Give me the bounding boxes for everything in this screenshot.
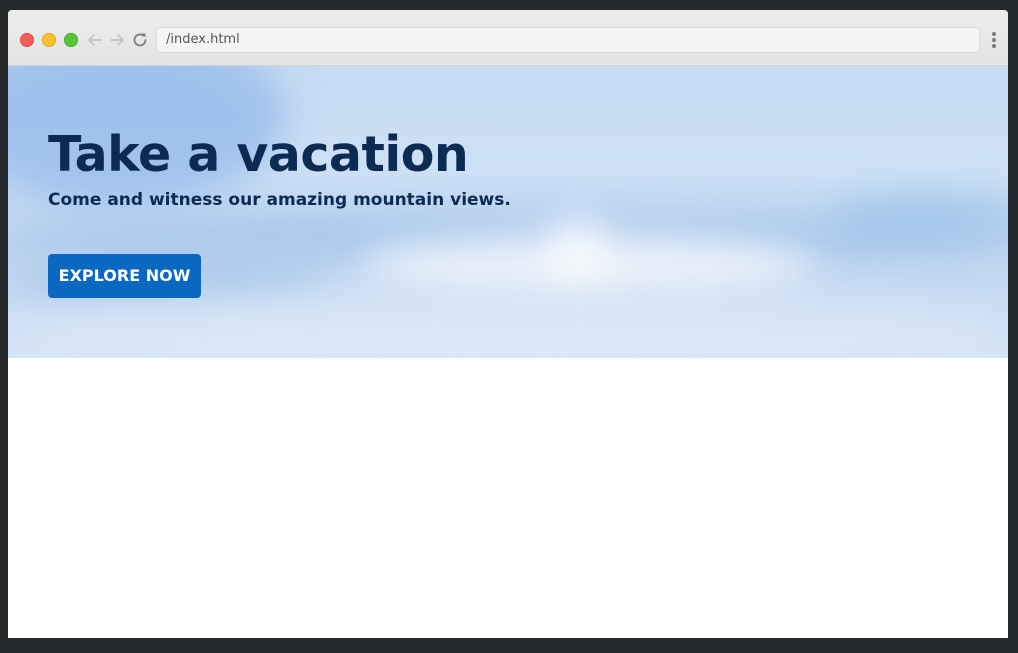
browser-toolbar: /index.html xyxy=(8,10,1008,66)
minimize-window-button[interactable] xyxy=(42,33,56,47)
arrow-left-icon[interactable] xyxy=(86,30,104,50)
hero-title: Take a vacation xyxy=(48,126,469,183)
url-text: /index.html xyxy=(166,32,240,47)
explore-now-button[interactable]: EXPLORE NOW xyxy=(48,254,201,298)
hero-subtitle: Come and witness our amazing mountain vi… xyxy=(48,190,511,210)
close-window-button[interactable] xyxy=(20,33,34,47)
reload-icon[interactable] xyxy=(130,30,150,50)
kebab-menu-icon[interactable] xyxy=(991,32,997,48)
arrow-right-icon[interactable] xyxy=(108,30,126,50)
maximize-window-button[interactable] xyxy=(64,33,78,47)
browser-window: /index.html Take a vacation Come and wit… xyxy=(8,10,1008,638)
address-bar[interactable]: /index.html xyxy=(156,27,980,53)
hero-banner: Take a vacation Come and witness our ama… xyxy=(8,66,1008,358)
